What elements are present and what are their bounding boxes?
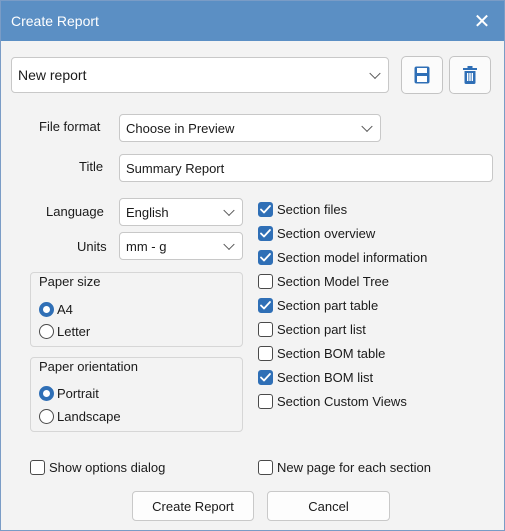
new-page-each-section-label: New page for each section: [277, 459, 431, 475]
window-title: Create Report: [11, 13, 99, 29]
file-format-select[interactable]: Choose in Preview: [119, 114, 381, 142]
trash-icon: [463, 66, 477, 84]
title-bar: Create Report ✕: [1, 1, 504, 41]
section-checkbox[interactable]: Section Model Tree: [258, 271, 389, 291]
save-report-button[interactable]: [401, 56, 443, 94]
checkmark-icon: [260, 204, 271, 213]
checkbox-box: [258, 273, 273, 289]
paper-size-title: Paper size: [39, 274, 101, 289]
report-select-value: New report: [18, 67, 87, 83]
units-label: Units: [77, 239, 107, 254]
checkmark-icon: [260, 228, 271, 237]
paper-size-letter-radio[interactable]: Letter: [39, 321, 90, 341]
file-format-label: File format: [39, 119, 101, 134]
checkbox-box: [258, 249, 273, 265]
section-checkbox[interactable]: Section BOM table: [258, 343, 385, 363]
chevron-down-icon: [223, 204, 235, 217]
show-options-dialog-label: Show options dialog: [49, 459, 166, 475]
paper-size-letter-label: Letter: [57, 323, 91, 339]
language-value: English: [126, 204, 169, 220]
radio-unselected-indicator: [39, 408, 54, 424]
section-checkbox[interactable]: Section overview: [258, 223, 375, 243]
section-checkbox-label: Section part list: [277, 321, 366, 337]
show-options-dialog-checkbox[interactable]: Show options dialog: [30, 457, 165, 477]
checkbox-box: [258, 345, 273, 361]
section-checkbox-label: Section BOM table: [277, 345, 386, 361]
report-select[interactable]: New report: [11, 57, 389, 93]
section-checkbox-label: Section overview: [277, 225, 376, 241]
checkbox-box: [30, 459, 45, 475]
section-checkbox[interactable]: Section files: [258, 199, 347, 219]
radio-unselected-indicator: [39, 323, 54, 339]
checkbox-box: [258, 459, 273, 475]
language-select[interactable]: English: [119, 198, 243, 226]
section-checkbox-label: Section BOM list: [277, 369, 374, 385]
radio-selected-indicator: [39, 385, 54, 401]
checkbox-box: [258, 321, 273, 337]
section-checkbox-label: Section Custom Views: [277, 393, 407, 409]
radio-selected-indicator: [39, 301, 54, 317]
create-report-dialog: Create Report ✕ New report File format C…: [0, 0, 505, 531]
units-select[interactable]: mm - g: [119, 232, 243, 260]
chevron-down-icon: [369, 67, 381, 80]
cancel-button[interactable]: Cancel: [267, 491, 390, 521]
section-checkbox-label: Section part table: [277, 297, 379, 313]
section-checkbox[interactable]: Section part list: [258, 319, 366, 339]
title-input-value: Summary Report: [126, 160, 225, 176]
paper-size-a4-radio[interactable]: A4: [39, 299, 73, 319]
checkmark-icon: [260, 252, 271, 261]
chevron-down-icon: [361, 120, 373, 133]
new-page-each-section-checkbox[interactable]: New page for each section: [258, 457, 431, 477]
checkmark-icon: [260, 372, 271, 381]
file-format-value: Choose in Preview: [126, 120, 235, 136]
checkbox-box: [258, 393, 273, 409]
section-checkbox[interactable]: Section part table: [258, 295, 378, 315]
checkbox-box: [258, 225, 273, 241]
orientation-portrait-label: Portrait: [57, 385, 99, 401]
save-icon: [414, 66, 430, 84]
section-checkbox[interactable]: Section Custom Views: [258, 391, 407, 411]
checkbox-box: [258, 201, 273, 217]
title-input[interactable]: Summary Report: [119, 154, 493, 182]
language-label: Language: [46, 204, 104, 219]
chevron-down-icon: [223, 238, 235, 251]
checkbox-box: [258, 369, 273, 385]
checkmark-icon: [260, 300, 271, 309]
paper-orientation-title: Paper orientation: [39, 359, 139, 374]
section-checkbox-label: Section files: [277, 201, 348, 217]
close-button[interactable]: ✕: [460, 1, 504, 41]
orientation-landscape-label: Landscape: [57, 408, 121, 424]
section-checkbox[interactable]: Section BOM list: [258, 367, 373, 387]
delete-report-button[interactable]: [449, 56, 491, 94]
units-value: mm - g: [126, 238, 167, 254]
checkbox-box: [258, 297, 273, 313]
section-checkbox[interactable]: Section model information: [258, 247, 427, 267]
paper-size-a4-label: A4: [57, 301, 73, 317]
orientation-portrait-radio[interactable]: Portrait: [39, 383, 99, 403]
create-report-button[interactable]: Create Report: [132, 491, 254, 521]
orientation-landscape-radio[interactable]: Landscape: [39, 406, 121, 426]
section-checkbox-label: Section Model Tree: [277, 273, 390, 289]
title-label: Title: [79, 159, 104, 174]
section-checkbox-label: Section model information: [277, 249, 428, 265]
